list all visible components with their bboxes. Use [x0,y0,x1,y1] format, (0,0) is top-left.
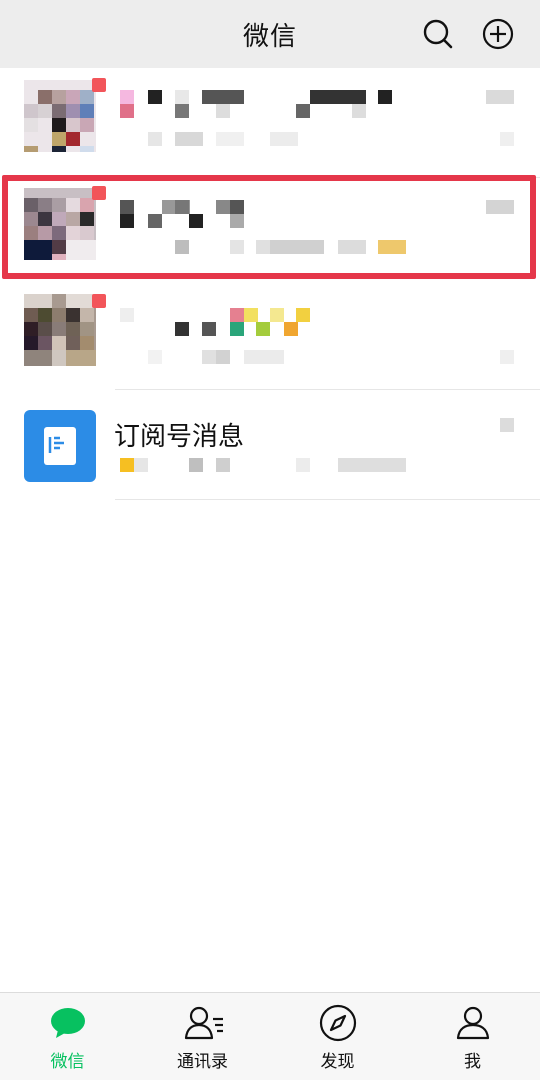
wechat-chats-screen: 微信 订阅号消息 微信 通讯录 发现 我 [0,0,540,1080]
search-icon[interactable] [418,14,458,54]
chat-bubble-icon [48,1003,88,1043]
top-bar: 微信 [0,0,540,68]
plus-circle-icon[interactable] [478,14,518,54]
tab-label: 微信 [50,1052,85,1072]
chat-name: 订阅号消息 [114,422,245,452]
avatar [24,80,96,152]
person-icon [453,1003,493,1043]
tab-contacts[interactable]: 通讯录 [135,993,270,1080]
tab-label: 我 [464,1052,481,1072]
unread-badge [92,294,106,308]
contacts-icon [183,1003,223,1043]
document-icon [24,410,96,482]
chat-item[interactable] [0,68,540,178]
tab-me[interactable]: 我 [405,993,540,1080]
tab-label: 通讯录 [177,1052,228,1072]
tab-discover[interactable]: 发现 [270,993,405,1080]
highlight-box [2,175,536,279]
chat-item[interactable] [0,280,540,390]
page-title: 微信 [242,22,297,52]
unread-badge [92,78,106,92]
tab-label: 发现 [320,1052,355,1072]
avatar [24,294,96,366]
tab-bar: 微信 通讯录 发现 我 [0,992,540,1080]
compass-icon [318,1003,358,1043]
tab-chats[interactable]: 微信 [0,993,135,1080]
